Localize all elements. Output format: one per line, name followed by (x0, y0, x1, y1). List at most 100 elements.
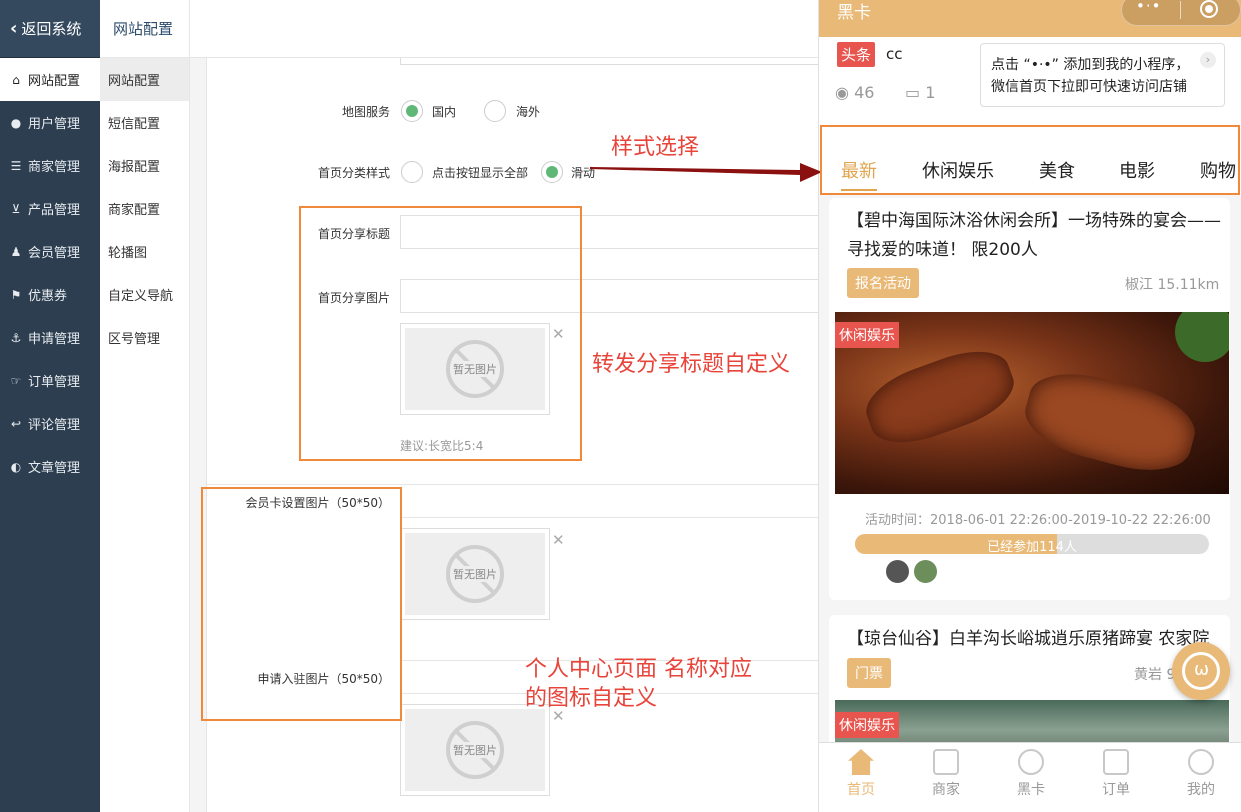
category-slide-label: 滑动 (571, 166, 596, 180)
annotation-box-personal-center (201, 487, 402, 721)
tabbar-home[interactable]: 首页 (819, 743, 903, 812)
category-show-all-radio[interactable] (401, 161, 423, 183)
order-icon: ☞ (10, 373, 22, 388)
no-image-placeholder: 暂无图片 (405, 533, 545, 615)
close-target-icon[interactable] (1200, 0, 1218, 18)
sidebar-item-label: 文章管理 (28, 461, 81, 476)
subnav-item-site-config[interactable]: 网站配置 (100, 58, 189, 101)
member-icon: ♟ (10, 244, 22, 259)
signup-button[interactable]: 报名活动 (847, 268, 919, 298)
category-show-all-label: 点击按钮显示全部 (432, 166, 529, 180)
views-stat: ◉ 46 (835, 83, 874, 102)
subnav-item-area-code[interactable]: 区号管理 (100, 316, 189, 359)
person-icon (1188, 749, 1214, 775)
sidebar-item-applications[interactable]: ⚓ 申请管理 (0, 316, 100, 359)
category-tag: 休闲娱乐 (835, 712, 899, 738)
no-image-icon: 暂无图片 (446, 721, 504, 779)
article-icon: ◐ (10, 459, 22, 474)
sidebar-item-members[interactable]: ♟ 会员管理 (0, 230, 100, 273)
map-overseas-label: 海外 (516, 105, 541, 119)
apply-image-upload[interactable]: 暂无图片 (400, 704, 550, 796)
main-sidebar: ‹ 返回系统 ⌂ 网站配置 ● 用户管理 ☰ 商家管理 ⊻ 产品管理 ♟ 会员管理 ⚑ 优惠… (0, 0, 100, 812)
sidebar-item-products[interactable]: ⊻ 产品管理 (0, 187, 100, 230)
subnav-item-custom-nav[interactable]: 自定义导航 (100, 273, 189, 316)
no-image-icon: 暂无图片 (446, 545, 504, 603)
chevron-left-icon: ‹ (10, 18, 18, 39)
cart-icon: ⊻ (11, 201, 21, 216)
participation-text: 已经参加114人 (987, 540, 1077, 554)
order-list-icon (1103, 749, 1129, 775)
home-icon: ⌂ (12, 72, 20, 87)
map-overseas-radio[interactable] (484, 100, 506, 122)
sidebar-item-coupons[interactable]: ⚑ 优惠券 (0, 273, 100, 316)
annotation-box-share (299, 206, 582, 461)
tabbar-black-card[interactable]: 黑卡 (989, 743, 1073, 812)
sidebar-item-users[interactable]: ● 用户管理 (0, 101, 100, 144)
annotation-personal-center-line2: 的图标自定义 (525, 686, 658, 711)
back-label: 返回系统 (21, 20, 82, 38)
divider (206, 484, 820, 485)
annotation-box-tabs (820, 125, 1240, 195)
no-image-placeholder: 暂无图片 (405, 709, 545, 791)
bottom-tabbar: 首页 商家 黑卡 订单 我的 (819, 742, 1241, 812)
sidebar-item-label: 订单管理 (28, 375, 81, 390)
category-slide-radio[interactable] (541, 161, 563, 183)
participation-progress: 已经参加114人 (855, 534, 1209, 554)
annotation-share-custom: 转发分享标题自定义 (592, 352, 791, 377)
sidebar-item-label: 会员管理 (28, 246, 81, 261)
mini-program-capsule[interactable]: •·• (1121, 0, 1241, 26)
sidebar-item-orders[interactable]: ☞ 订单管理 (0, 359, 100, 402)
remove-image-icon[interactable]: ✕ (552, 531, 565, 549)
home-icon (848, 749, 874, 775)
subnav-item-sms-config[interactable]: 短信配置 (100, 101, 189, 144)
more-icon[interactable]: •·• (1136, 0, 1161, 15)
headline-text[interactable]: cc (886, 45, 903, 63)
subnav-item-carousel[interactable]: 轮播图 (100, 230, 189, 273)
ticket-button[interactable]: 门票 (847, 658, 891, 688)
sub-sidebar-header: 网站配置 (100, 0, 189, 58)
reply-icon: ↩ (10, 416, 22, 431)
comments-stat: ▭ 1 (905, 83, 935, 102)
mini-program-header: 黑卡 •·• (819, 0, 1241, 37)
tabbar-merchants[interactable]: 商家 (904, 743, 988, 812)
activity-location: 黄岩 9 (1134, 667, 1176, 683)
sidebar-item-site-config[interactable]: ⌂ 网站配置 (0, 58, 100, 101)
comment-icon: ▭ (905, 83, 921, 102)
user-icon: ● (10, 115, 22, 130)
tip-line2: 微信首页下拉即可快速访问店铺 (991, 79, 1187, 95)
previous-input-field[interactable] (400, 58, 820, 65)
tabbar-label: 黑卡 (1017, 782, 1045, 798)
sub-sidebar: 网站配置 网站配置 短信配置 海报配置 商家配置 轮播图 自定义导航 区号管理 (100, 0, 190, 812)
tabbar-label: 我的 (1187, 782, 1215, 798)
capsule-divider (1180, 1, 1181, 19)
shop-icon (933, 749, 959, 775)
tabbar-orders[interactable]: 订单 (1074, 743, 1158, 812)
phone-preview: 黑卡 •·• 头条 cc ◉ 46 ▭ 1 点击 “•·•” 添加到我的小程序，… (818, 0, 1241, 812)
customer-service-button[interactable] (1172, 642, 1230, 700)
subnav-item-merchant-config[interactable]: 商家配置 (100, 187, 189, 230)
activity-title: 【琼台仙谷】白羊沟长峪城逍乐原猪蹄宴 农家院 (847, 629, 1210, 649)
coupon-icon: ⚑ (10, 287, 22, 302)
sidebar-item-comments[interactable]: ↩ 评论管理 (0, 402, 100, 445)
sidebar-item-articles[interactable]: ◐ 文章管理 (0, 445, 100, 488)
tabbar-label: 首页 (847, 782, 875, 798)
annotation-style-select: 样式选择 (611, 135, 700, 160)
tabbar-mine[interactable]: 我的 (1159, 743, 1241, 812)
add-to-my-programs-tip: 点击 “•·•” 添加到我的小程序， 微信首页下拉即可快速访问店铺 › (980, 43, 1225, 107)
sidebar-item-label: 商家管理 (28, 160, 81, 175)
tip-line1: 点击 “•·•” 添加到我的小程序， (991, 57, 1190, 73)
store-icon: ☰ (10, 158, 22, 173)
subnav-item-poster-config[interactable]: 海报配置 (100, 144, 189, 187)
views-count: 46 (854, 83, 875, 102)
back-to-system-button[interactable]: ‹ 返回系统 (0, 0, 100, 58)
activity-title: 【碧中海国际沐浴休闲会所】一场特殊的宴会——寻找爱的味道！ 限200人 (847, 211, 1221, 260)
chevron-right-icon[interactable]: › (1200, 52, 1216, 68)
tabbar-label: 订单 (1102, 782, 1130, 798)
map-domestic-radio[interactable] (401, 100, 423, 122)
avatar (885, 559, 910, 584)
anchor-icon: ⚓ (10, 330, 22, 345)
divider (400, 517, 820, 518)
mini-program-title: 黑卡 (837, 3, 871, 23)
sidebar-item-merchants[interactable]: ☰ 商家管理 (0, 144, 100, 187)
member-card-image-upload[interactable]: 暂无图片 (400, 528, 550, 620)
